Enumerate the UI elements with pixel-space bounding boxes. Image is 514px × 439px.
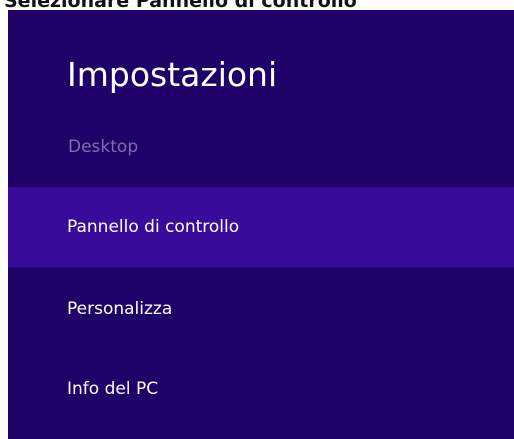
menu-item-label: Pannello di controllo bbox=[67, 217, 240, 237]
menu-item-info-del-pc[interactable]: Info del PC bbox=[8, 349, 514, 429]
settings-charm-panel: Impostazioni Desktop Pannello di control… bbox=[8, 10, 514, 439]
menu-item-personalizza[interactable]: Personalizza bbox=[8, 269, 514, 349]
panel-title: Impostazioni bbox=[67, 55, 278, 94]
menu-item-label: Personalizza bbox=[67, 299, 173, 319]
section-label-desktop: Desktop bbox=[68, 137, 139, 157]
menu-item-label: Info del PC bbox=[67, 379, 159, 399]
menu-item-pannello-di-controllo[interactable]: Pannello di controllo bbox=[8, 187, 514, 267]
